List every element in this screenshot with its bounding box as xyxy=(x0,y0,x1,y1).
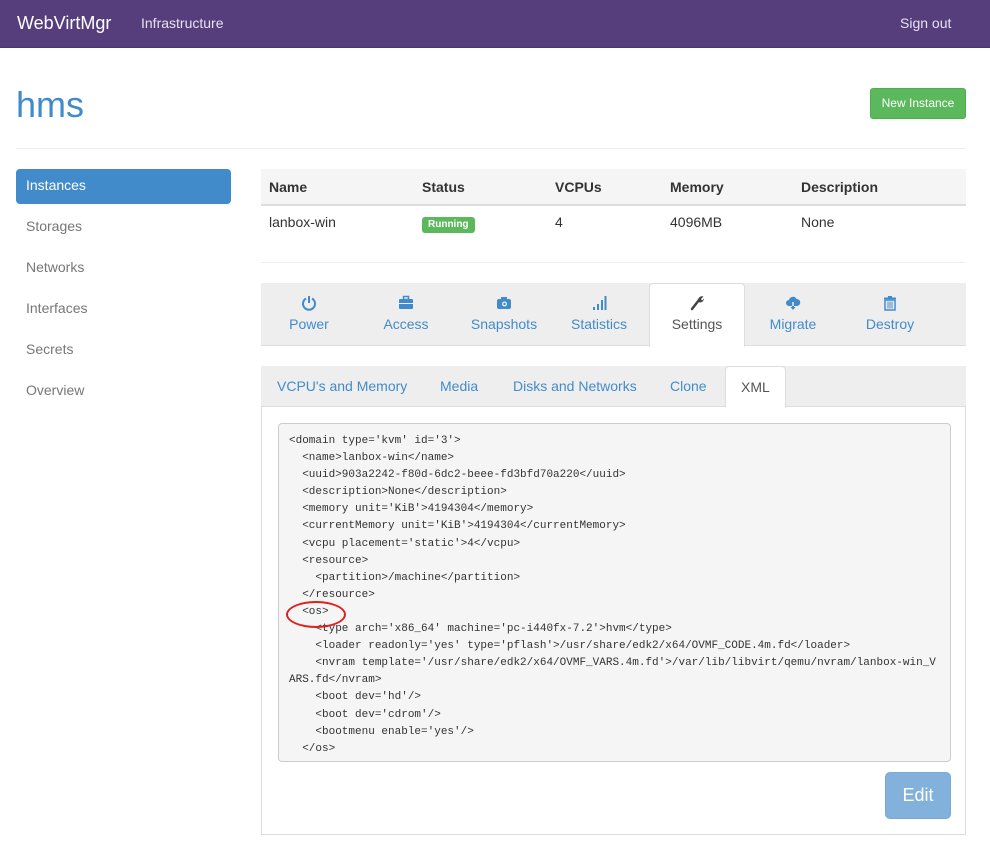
tab-statistics[interactable]: Statistics xyxy=(551,283,647,346)
highlight-annotation-circle xyxy=(286,601,346,628)
brand-link[interactable]: WebVirtMgr xyxy=(17,13,111,34)
edit-button[interactable]: Edit xyxy=(885,772,951,819)
camera-icon xyxy=(456,295,552,313)
xml-editor[interactable]: <domain type='kvm' id='3'> <name>lanbox-… xyxy=(278,423,951,762)
divider xyxy=(261,262,966,263)
column-header-vcpus: VCPUs xyxy=(547,169,662,206)
sidebar-item-secrets[interactable]: Secrets xyxy=(16,333,231,368)
column-header-description: Description xyxy=(793,169,966,206)
tab-disks-networks[interactable]: Disks and Networks xyxy=(498,366,652,407)
tab-label: Statistics xyxy=(570,316,627,332)
divider xyxy=(16,148,966,149)
trash-icon xyxy=(842,295,938,313)
tab-snapshots[interactable]: Snapshots xyxy=(456,283,552,346)
instance-vcpus: 4 xyxy=(555,214,563,230)
instance-action-tabs: Power Access Snapshots Statistics Settin… xyxy=(261,283,966,347)
instance-table: Name Status VCPUs Memory Description lan… xyxy=(261,169,966,261)
wrench-icon xyxy=(650,295,744,313)
table-header-row: Name Status VCPUs Memory Description xyxy=(261,169,966,206)
nav-infrastructure[interactable]: Infrastructure xyxy=(141,15,223,31)
sign-out-link[interactable]: Sign out xyxy=(900,15,951,31)
instance-memory: 4096MB xyxy=(670,214,723,230)
status-badge: Running xyxy=(422,217,475,233)
tab-vcpu-memory[interactable]: VCPU's and Memory xyxy=(262,366,422,407)
tab-xml[interactable]: XML xyxy=(725,366,786,408)
column-header-memory: Memory xyxy=(662,169,793,206)
sidebar-item-interfaces[interactable]: Interfaces xyxy=(16,292,231,327)
cloud-download-icon xyxy=(745,295,841,313)
instance-name: lanbox-win xyxy=(269,214,336,230)
tab-destroy[interactable]: Destroy xyxy=(842,283,938,346)
sidebar-item-storages[interactable]: Storages xyxy=(16,210,231,245)
sidebar-nav: Instances Storages Networks Interfaces S… xyxy=(16,169,231,415)
column-header-name: Name xyxy=(261,169,414,206)
instance-description: None xyxy=(801,214,835,230)
briefcase-icon xyxy=(358,295,454,313)
settings-tabs: VCPU's and Memory Media Disks and Networ… xyxy=(261,366,966,408)
tab-label: Power xyxy=(289,316,329,332)
tab-clone[interactable]: Clone xyxy=(655,366,722,407)
tab-access[interactable]: Access xyxy=(358,283,454,346)
tab-power[interactable]: Power xyxy=(261,283,357,346)
tab-label: Settings xyxy=(671,316,723,332)
xml-content: <domain type='kvm' id='3'> <name>lanbox-… xyxy=(289,435,936,755)
top-navbar: WebVirtMgr Infrastructure Sign out xyxy=(0,0,990,48)
column-header-status: Status xyxy=(414,169,547,206)
sidebar-item-overview[interactable]: Overview xyxy=(16,374,231,409)
tab-settings[interactable]: Settings xyxy=(649,283,745,347)
tab-media[interactable]: Media xyxy=(425,366,493,407)
new-instance-button[interactable]: New Instance xyxy=(870,88,966,119)
tab-label: Migrate xyxy=(769,316,817,332)
power-icon xyxy=(261,295,357,313)
tab-label: Snapshots xyxy=(470,316,538,332)
signal-bars-icon xyxy=(551,295,647,313)
tab-label: Access xyxy=(383,316,429,332)
page-title: hms xyxy=(16,84,85,125)
sidebar-item-instances[interactable]: Instances xyxy=(16,169,231,204)
xml-tab-panel: <domain type='kvm' id='3'> <name>lanbox-… xyxy=(261,407,966,835)
table-row: lanbox-win Running 4 4096MB None xyxy=(261,205,966,261)
sidebar-item-networks[interactable]: Networks xyxy=(16,251,231,286)
tab-migrate[interactable]: Migrate xyxy=(745,283,841,346)
instance-status-cell: Running xyxy=(414,205,547,261)
tab-label: Destroy xyxy=(865,316,915,332)
